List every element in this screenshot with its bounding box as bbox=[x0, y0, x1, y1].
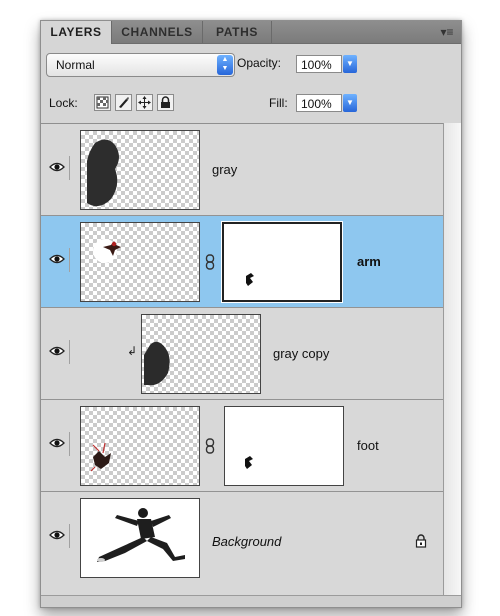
mask-shape bbox=[246, 273, 254, 286]
layer-mask-thumbnail[interactable] bbox=[221, 221, 343, 303]
arm-thumbnail bbox=[93, 239, 121, 263]
lock-transparent-pixels-button[interactable] bbox=[94, 94, 111, 111]
fill-input[interactable]: 100% bbox=[296, 94, 342, 112]
layers-panel: LAYERS CHANNELS PATHS ▾≡ Normal ▲ ▼ Opaci… bbox=[40, 20, 462, 608]
eye-icon bbox=[49, 346, 65, 356]
layer-name[interactable]: gray bbox=[212, 162, 237, 177]
link-chain-icon[interactable] bbox=[205, 438, 215, 454]
layer-mask-thumbnail[interactable] bbox=[224, 406, 344, 486]
eye-icon bbox=[49, 254, 65, 264]
layer-thumbnail[interactable] bbox=[80, 406, 200, 486]
brush-icon bbox=[119, 97, 129, 108]
layers-scrollbar[interactable] bbox=[443, 123, 461, 595]
tab-layers[interactable]: LAYERS bbox=[41, 21, 112, 44]
layer-row-gray[interactable]: gray bbox=[41, 124, 443, 216]
gray-shape-thumbnail bbox=[87, 139, 119, 207]
opacity-dropdown-button[interactable]: ▼ bbox=[343, 55, 357, 73]
opacity-input[interactable]: 100% bbox=[296, 55, 342, 73]
visibility-toggle[interactable] bbox=[45, 524, 70, 548]
lock-label: Lock: bbox=[49, 96, 78, 110]
eye-icon bbox=[49, 438, 65, 448]
layer-thumbnail[interactable] bbox=[80, 498, 200, 578]
jumping-man-photo bbox=[97, 508, 185, 562]
layers-list: gray arm ↲ gray copy foot Background bbox=[41, 123, 443, 596]
lock-icon bbox=[161, 96, 170, 108]
fill-dropdown-button[interactable]: ▼ bbox=[343, 94, 357, 112]
layer-thumbnail[interactable] bbox=[80, 222, 200, 302]
layer-name[interactable]: arm bbox=[357, 254, 381, 269]
tab-paths[interactable]: PATHS bbox=[203, 21, 272, 43]
link-chain-icon[interactable] bbox=[205, 254, 215, 270]
blend-mode-select[interactable]: Normal ▲ ▼ bbox=[46, 53, 235, 77]
layer-name[interactable]: Background bbox=[212, 534, 281, 549]
eye-icon bbox=[49, 162, 65, 172]
clipping-mask-arrow-icon: ↲ bbox=[127, 344, 138, 358]
visibility-toggle[interactable] bbox=[45, 156, 70, 180]
blend-mode-stepper-icon: ▲ ▼ bbox=[217, 55, 233, 75]
layer-thumbnail[interactable] bbox=[80, 130, 200, 210]
opacity-label: Opacity: bbox=[237, 56, 282, 70]
lock-position-button[interactable] bbox=[136, 94, 153, 111]
layer-name[interactable]: gray copy bbox=[273, 346, 329, 361]
mask-shape bbox=[245, 456, 253, 469]
visibility-toggle[interactable] bbox=[45, 248, 70, 272]
panel-menu-icon[interactable]: ▾≡ bbox=[439, 24, 455, 40]
lock-image-pixels-button[interactable] bbox=[115, 94, 132, 111]
blend-mode-value: Normal bbox=[56, 58, 95, 72]
gray-copy-thumbnail bbox=[144, 341, 170, 386]
move-icon bbox=[138, 96, 151, 109]
lock-all-button[interactable] bbox=[157, 94, 174, 111]
foot-thumbnail bbox=[90, 442, 111, 472]
layer-thumbnail[interactable] bbox=[141, 314, 261, 394]
layer-name[interactable]: foot bbox=[357, 438, 379, 453]
visibility-toggle[interactable] bbox=[45, 432, 70, 456]
panel-bottom-bar bbox=[41, 595, 461, 607]
checkerboard-icon bbox=[96, 96, 109, 109]
tab-channels[interactable]: CHANNELS bbox=[112, 21, 203, 43]
layer-row-gray-copy[interactable]: ↲ gray copy bbox=[41, 308, 443, 400]
fill-label: Fill: bbox=[269, 96, 288, 110]
visibility-toggle[interactable] bbox=[45, 340, 70, 364]
layer-row-background[interactable]: Background bbox=[41, 492, 443, 596]
layer-row-arm[interactable]: arm bbox=[41, 216, 443, 308]
layer-lock-icon bbox=[415, 534, 427, 548]
panel-tab-bar: LAYERS CHANNELS PATHS ▾≡ bbox=[41, 21, 461, 44]
layer-row-foot[interactable]: foot bbox=[41, 400, 443, 492]
eye-icon bbox=[49, 530, 65, 540]
